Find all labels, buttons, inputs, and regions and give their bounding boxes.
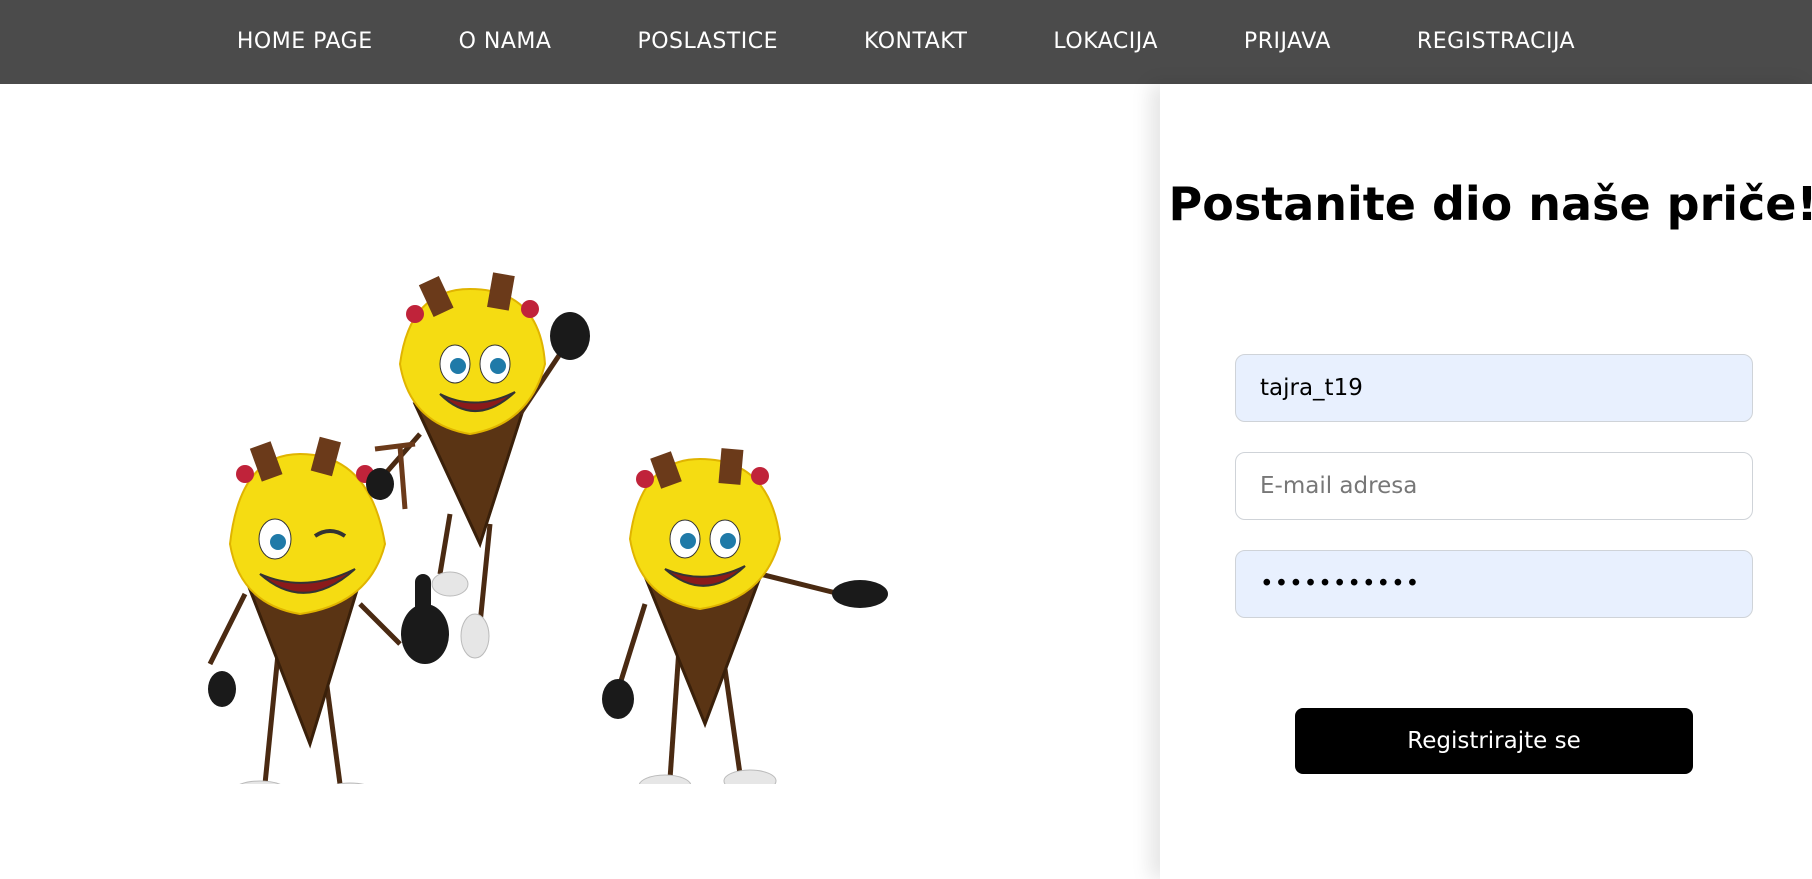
registration-title: Postanite dio naše priče! — [1168, 177, 1812, 231]
registration-panel: Postanite dio naše priče! Registrirajte … — [1160, 84, 1812, 879]
nav-item-poslastice: POSLASTICE — [594, 0, 821, 84]
password-field[interactable] — [1235, 550, 1753, 618]
top-navigation: HOME PAGE O NAMA POSLASTICE KONTAKT LOKA… — [0, 0, 1812, 84]
register-button[interactable]: Registrirajte se — [1295, 708, 1693, 774]
nav-item-home: HOME PAGE — [194, 0, 416, 84]
mascot-presenting — [602, 448, 888, 784]
nav-link-home[interactable]: HOME PAGE — [194, 0, 416, 84]
ice-cream-mascots-illustration — [207, 272, 888, 784]
mascot-jumping — [366, 272, 590, 659]
nav-item-o-nama: O NAMA — [416, 0, 595, 84]
nav-link-o-nama[interactable]: O NAMA — [416, 0, 595, 84]
nav-link-lokacija[interactable]: LOKACIJA — [1010, 0, 1201, 84]
nav-link-prijava[interactable]: PRIJAVA — [1201, 0, 1374, 84]
email-field[interactable] — [1235, 452, 1753, 520]
nav-link-registracija[interactable]: REGISTRACIJA — [1374, 0, 1618, 84]
nav-list: HOME PAGE O NAMA POSLASTICE KONTAKT LOKA… — [194, 0, 1618, 84]
illustration-panel — [0, 84, 1160, 879]
nav-item-lokacija: LOKACIJA — [1010, 0, 1201, 84]
username-field[interactable] — [1235, 354, 1753, 422]
nav-link-poslastice[interactable]: POSLASTICE — [594, 0, 821, 84]
nav-item-prijava: PRIJAVA — [1201, 0, 1374, 84]
nav-item-registracija: REGISTRACIJA — [1374, 0, 1618, 84]
mascot-thumbs-up — [207, 436, 449, 784]
nav-link-kontakt[interactable]: KONTAKT — [821, 0, 1010, 84]
nav-item-kontakt: KONTAKT — [821, 0, 1010, 84]
